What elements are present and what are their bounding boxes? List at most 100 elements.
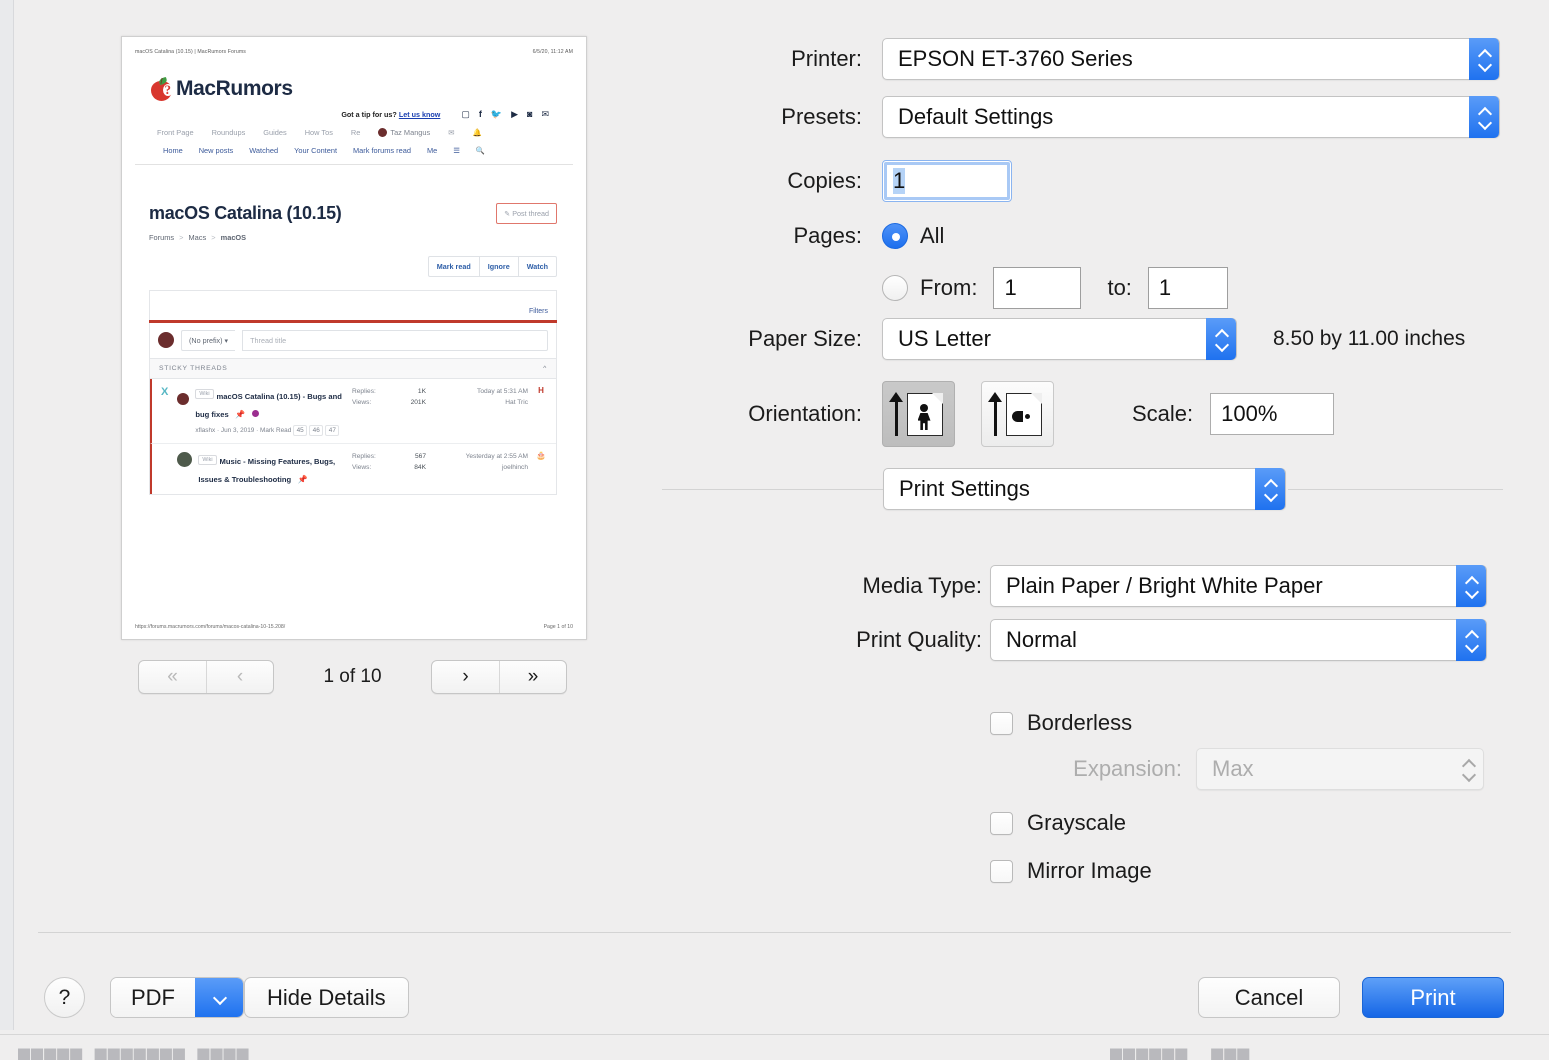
chevron-down-icon[interactable]	[195, 978, 243, 1017]
stepper-icon[interactable]	[1469, 38, 1499, 80]
print-button[interactable]: Print	[1362, 977, 1504, 1018]
table-row[interactable]: X Wiki macOS Catalina (10.15) - Bugs and …	[150, 378, 556, 444]
print-quality-select[interactable]: Normal	[990, 619, 1487, 661]
pages-to-input[interactable]: 1	[1147, 267, 1228, 309]
nav-how-tos[interactable]: How Tos	[305, 128, 333, 137]
pages-all-radio[interactable]	[882, 223, 908, 249]
stepper-icon[interactable]	[1456, 619, 1486, 661]
grayscale-label: Grayscale	[1027, 810, 1127, 835]
nav-mark-forums-read[interactable]: Mark forums read	[353, 146, 411, 155]
nav-reviews[interactable]: Re	[351, 128, 360, 137]
breadcrumb-forums[interactable]: Forums	[149, 233, 174, 242]
nav-home[interactable]: Home	[163, 146, 183, 155]
rss-icon[interactable]: ◙	[527, 110, 532, 119]
instagram-icon[interactable]: ▢	[461, 110, 470, 119]
bell-icon[interactable]: 🔔	[472, 128, 481, 137]
tip-text: Got a tip for us?	[341, 110, 397, 119]
pages-all-label: All	[920, 223, 945, 248]
pdf-label: PDF	[111, 978, 195, 1017]
facebook-icon[interactable]: f	[479, 110, 482, 119]
pane-selector[interactable]: Print Settings	[883, 468, 1286, 510]
let-us-know-link[interactable]: Let us know	[399, 110, 441, 119]
thread-author[interactable]: xflashx	[195, 427, 215, 434]
thread-mark-read[interactable]: Mark Read	[260, 427, 291, 434]
last-post-user[interactable]: joelhinch	[432, 462, 528, 473]
paper-size-select[interactable]: US Letter	[882, 318, 1237, 360]
paper-size-value: US Letter	[898, 326, 991, 351]
table-row[interactable]: X WikiMusic - Missing Features, Bugs, Is…	[150, 443, 556, 495]
previous-page-button[interactable]: ‹	[206, 661, 273, 693]
nav-new-posts[interactable]: New posts	[199, 146, 234, 155]
printer-select[interactable]: EPSON ET-3760 Series	[882, 38, 1500, 80]
pdf-button[interactable]: PDF	[110, 977, 244, 1018]
mail-icon[interactable]: ✉	[541, 110, 549, 119]
double-chevron-right-icon: »	[527, 666, 539, 687]
nav-front-page[interactable]: Front Page	[157, 128, 194, 137]
grayscale-checkbox[interactable]	[990, 811, 1013, 835]
composer-avatar	[158, 332, 174, 348]
page-chip[interactable]: 47	[325, 424, 340, 437]
stepper-icon[interactable]	[1255, 468, 1285, 510]
mirror-image-row[interactable]: Mirror Image	[990, 858, 1152, 884]
next-page-button[interactable]: ›	[432, 661, 499, 693]
grayscale-row[interactable]: Grayscale	[990, 810, 1126, 836]
sticky-threads-header[interactable]: STICKY THREADS ^	[149, 358, 557, 379]
stepper-icon[interactable]	[1206, 318, 1236, 360]
tip-bar: Got a tip for us? Let us know ▢ f 🐦 ▶ ◙ …	[135, 110, 573, 120]
help-button[interactable]: ?	[44, 977, 85, 1018]
presets-value: Default Settings	[898, 104, 1054, 129]
twitter-icon[interactable]: 🐦	[491, 110, 502, 119]
thread-title-input[interactable]: Thread title	[242, 329, 548, 351]
page-chip[interactable]: 46	[309, 424, 324, 437]
media-type-select[interactable]: Plain Paper / Bright White Paper	[990, 565, 1487, 607]
list-icon[interactable]: ☰	[453, 146, 460, 155]
replies-label: Replies:	[352, 387, 376, 395]
page-chip[interactable]: 45	[293, 424, 308, 437]
first-page-button[interactable]: «	[139, 661, 206, 693]
mirror-image-checkbox[interactable]	[990, 859, 1013, 883]
presets-select[interactable]: Default Settings	[882, 96, 1500, 138]
breadcrumb-macs[interactable]: Macs	[189, 233, 207, 242]
thread-title[interactable]: macOS Catalina (10.15) - Bugs and bug fi…	[195, 392, 342, 419]
print-quality-label: Print Quality:	[856, 627, 982, 652]
orientation-label: Orientation:	[748, 401, 862, 426]
expansion-row: Expansion: Max	[640, 748, 1484, 790]
inbox-icon[interactable]: ✉	[448, 128, 454, 137]
copies-input[interactable]: 1	[882, 160, 1012, 202]
stepper-icon[interactable]	[1469, 96, 1499, 138]
nav-guides[interactable]: Guides	[263, 128, 286, 137]
youtube-icon[interactable]: ▶	[511, 110, 518, 119]
mark-read-button[interactable]: Mark read	[429, 257, 480, 276]
cancel-button[interactable]: Cancel	[1198, 977, 1340, 1018]
account-menu[interactable]: Taz Mangus	[378, 128, 430, 137]
pages-range-radio[interactable]	[882, 275, 908, 301]
nav-roundups[interactable]: Roundups	[212, 128, 246, 137]
filters-label[interactable]: Filters	[529, 308, 548, 315]
last-post-user[interactable]: Hat Tric	[432, 397, 528, 408]
expansion-value: Max	[1212, 756, 1254, 781]
pages-from-input[interactable]: 1	[993, 267, 1082, 309]
post-thread-button[interactable]: ✎ Post thread	[496, 203, 557, 224]
pin-icon: 📌	[297, 475, 308, 485]
search-icon[interactable]: 🔍	[476, 146, 485, 155]
last-page-button[interactable]: »	[499, 661, 566, 693]
landscape-orientation-button[interactable]	[981, 381, 1054, 447]
nav-members[interactable]: Me	[427, 146, 437, 155]
footer-url: https://forums.macrumors.com/forums/maco…	[135, 624, 286, 630]
watch-button[interactable]: Watch	[519, 257, 556, 276]
nav-watched[interactable]: Watched	[249, 146, 278, 155]
borderless-checkbox[interactable]	[990, 711, 1013, 735]
borderless-row[interactable]: Borderless	[990, 710, 1132, 736]
scale-input[interactable]: 100%	[1210, 393, 1335, 435]
print-dialog: macOS Catalina (10.15) | MacRumors Forum…	[0, 0, 1549, 1060]
portrait-orientation-button[interactable]	[882, 381, 955, 447]
nav-your-content[interactable]: Your Content	[294, 146, 337, 155]
hide-details-button[interactable]: Hide Details	[244, 977, 409, 1018]
prefix-select[interactable]: (No prefix) ▾	[181, 329, 236, 351]
stepper-icon[interactable]	[1456, 565, 1486, 607]
ignore-button[interactable]: Ignore	[480, 257, 519, 276]
breadcrumb-macos[interactable]: macOS	[221, 233, 246, 242]
thread-title[interactable]: Music - Missing Features, Bugs, Issues &…	[198, 457, 335, 484]
printer-label: Printer:	[791, 46, 862, 71]
views-label: Views:	[352, 464, 372, 472]
